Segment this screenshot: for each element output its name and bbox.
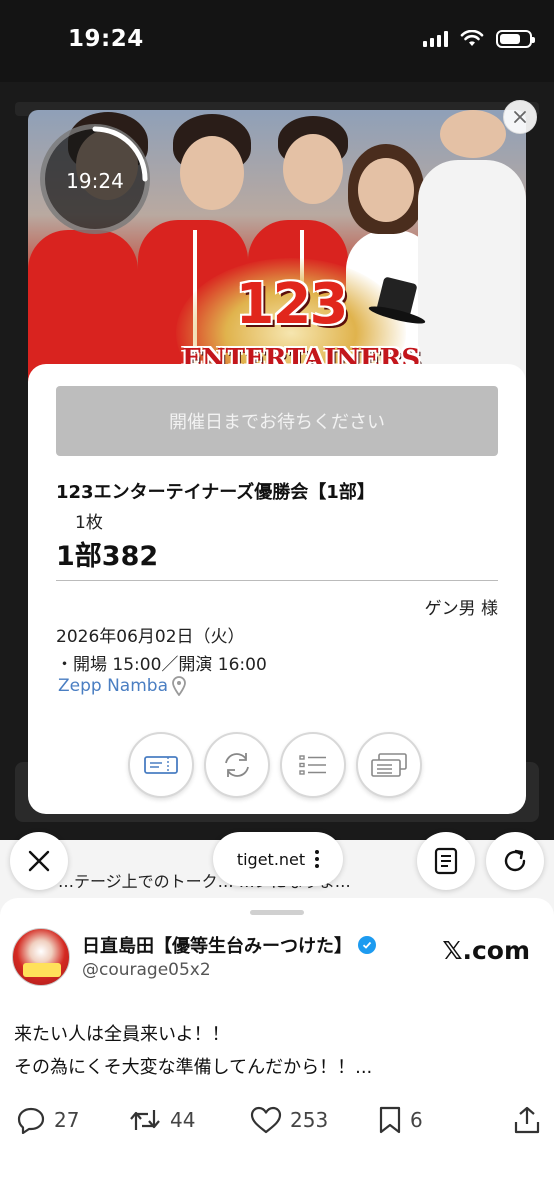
reload-icon <box>504 849 526 872</box>
close-ticket-button[interactable] <box>503 100 537 134</box>
refresh-arrows-icon <box>225 753 249 777</box>
author-username: @courage05x2 <box>82 960 211 980</box>
status-bar: 19:24 <box>0 0 554 82</box>
reply-count: 27 <box>54 1108 80 1132</box>
reader-mode-button[interactable] <box>417 832 475 890</box>
avatar[interactable] <box>12 928 70 986</box>
wifi-icon <box>460 30 484 46</box>
share-button[interactable] <box>514 1106 540 1134</box>
battery-icon <box>496 30 535 48</box>
like-count: 253 <box>290 1108 329 1132</box>
url-bar[interactable]: tiget.net <box>213 832 343 886</box>
tickets-stack-icon <box>371 753 407 777</box>
tweet-line-1: 来たい人は全員来いよ！！ <box>14 1024 230 1045</box>
list-icon <box>299 755 326 775</box>
reply-icon <box>17 1107 45 1134</box>
more-options-icon[interactable] <box>315 850 320 868</box>
map-pin-icon <box>172 676 186 696</box>
close-icon <box>514 111 526 123</box>
event-times: ・開場 15:00／開演 16:00 <box>56 655 267 675</box>
verified-badge-icon <box>358 936 376 954</box>
like-button[interactable]: 253 <box>250 1106 378 1134</box>
document-icon <box>434 847 458 875</box>
tweet-author[interactable]: 日直島田【優等生台みーつけた】 <box>82 932 376 958</box>
show-ticket-button[interactable] <box>128 732 194 798</box>
ticket-holder: ゲン男 様 <box>424 599 498 619</box>
cellular-signal-icon <box>423 31 448 47</box>
bookmark-button[interactable]: 6 <box>378 1106 498 1134</box>
share-icon <box>514 1106 540 1134</box>
url-text: tiget.net <box>236 849 306 869</box>
ticket-actions <box>128 732 422 798</box>
timer-text: 19:24 <box>66 169 124 193</box>
wait-until-event-button[interactable]: 開催日までお待ちください <box>56 386 498 456</box>
status-time: 19:24 <box>68 26 144 52</box>
tweet-stats: 27 44 253 6 <box>16 1098 540 1142</box>
tweet-preview-card[interactable]: 日直島田【優等生台みーつけた】 @courage05x2 𝕏.com 来たい人は… <box>0 898 554 1200</box>
bookmark-count: 6 <box>410 1108 423 1132</box>
x-logo-link[interactable]: 𝕏.com <box>442 936 530 965</box>
retweet-button[interactable]: 44 <box>128 1106 250 1134</box>
divider <box>56 580 498 581</box>
author-name: 日直島田【優等生台みーつけた】 <box>82 936 352 957</box>
drag-handle[interactable] <box>250 910 304 915</box>
close-icon <box>28 850 50 872</box>
event-date: 2026年06月02日（火） <box>56 627 245 647</box>
reply-button[interactable]: 27 <box>16 1106 128 1134</box>
retweet-icon <box>130 1110 160 1130</box>
status-icons <box>423 30 535 48</box>
ticket-details-button[interactable] <box>280 732 346 798</box>
heart-icon <box>250 1106 282 1134</box>
event-title: 123エンターテイナーズ優勝会【1部】 <box>56 482 375 503</box>
bookmark-icon <box>379 1106 401 1134</box>
tweet-text: 来たい人は全員来いよ！！ その為にくそ大変な準備してんだから！！... <box>14 1018 372 1084</box>
top-hat-icon <box>367 276 427 327</box>
retweet-count: 44 <box>170 1108 196 1132</box>
close-browser-button[interactable] <box>10 832 68 890</box>
ticket-card: 開催日までお待ちください 123エンターテイナーズ優勝会【1部】 1枚 1部38… <box>28 364 526 814</box>
multiple-tickets-button[interactable] <box>356 732 422 798</box>
tweet-line-2: その為にくそ大変な準備してんだから！！... <box>14 1057 373 1078</box>
venue-link[interactable]: Zepp Namba <box>58 676 186 696</box>
ticket-quantity: 1枚 <box>75 513 103 533</box>
seat-number: 1部382 <box>56 541 159 572</box>
venue-name: Zepp Namba <box>58 676 168 696</box>
ticket-icon <box>144 756 178 774</box>
transfer-ticket-button[interactable] <box>204 732 270 798</box>
countdown-timer-badge: 19:24 <box>40 124 150 234</box>
reload-button[interactable] <box>486 832 544 890</box>
